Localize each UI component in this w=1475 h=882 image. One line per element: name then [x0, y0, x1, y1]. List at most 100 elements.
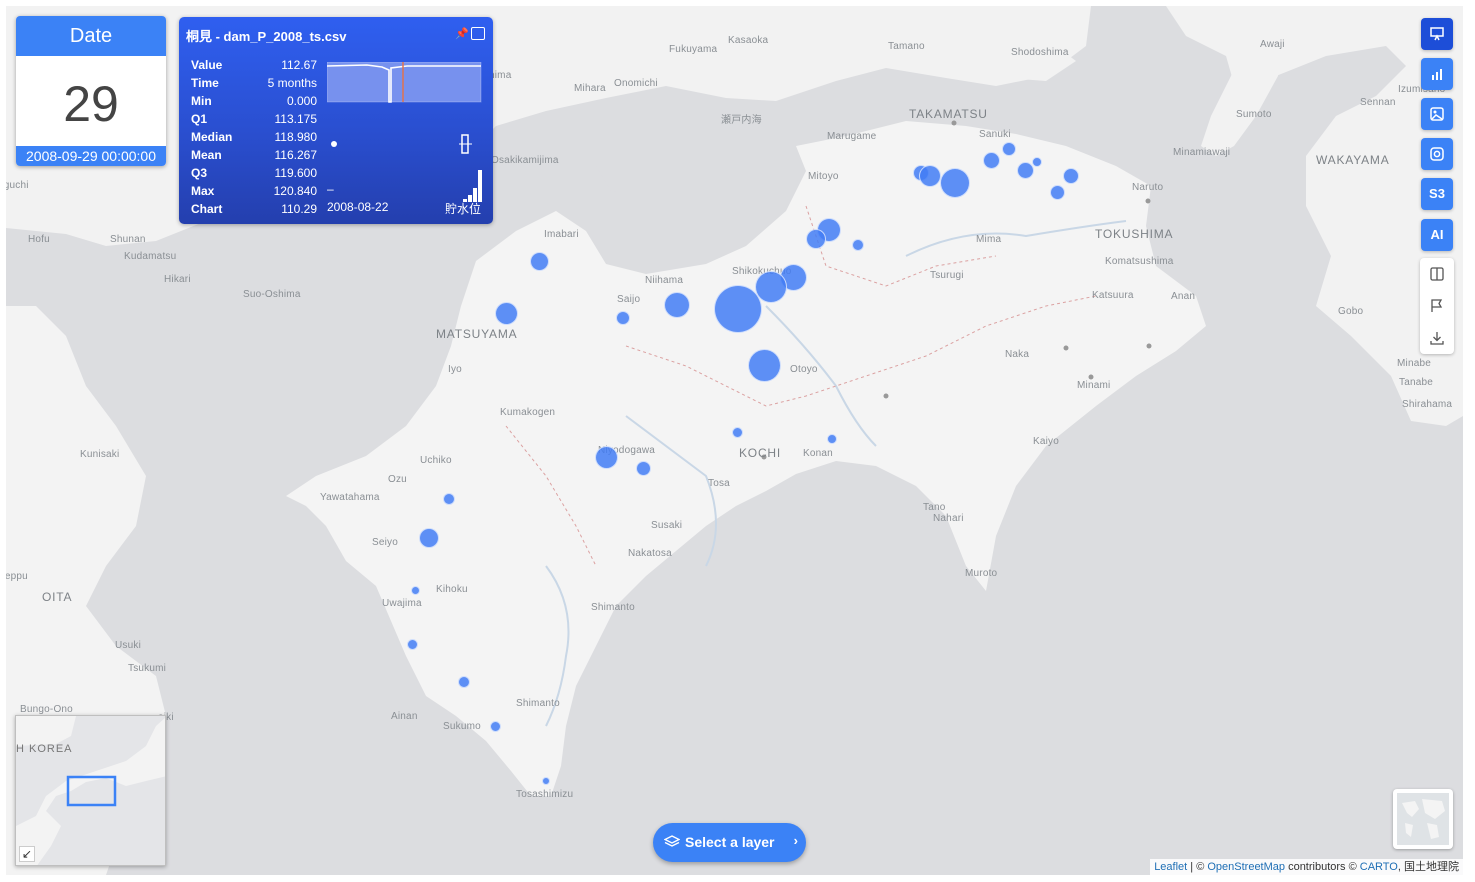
layers-icon [664, 835, 680, 847]
station-info-panel: 桐見 - dam_P_2008_ts.csv 📌 Value 112.67 Tim… [179, 17, 493, 224]
place-label: Uwajima [382, 598, 422, 609]
dam-marker[interactable] [594, 445, 618, 469]
dam-marker[interactable] [664, 292, 690, 318]
world-map-icon [1397, 793, 1449, 845]
chart-button[interactable] [1421, 58, 1453, 90]
dam-marker[interactable] [1063, 168, 1079, 184]
carto-link[interactable]: CARTO [1360, 861, 1398, 873]
chart-date: 2008-08-22 [327, 200, 389, 214]
place-label: Shodoshima [1011, 47, 1069, 58]
stat-row: Q3 119.600 [191, 166, 317, 180]
place-label: Seiyo [372, 537, 399, 548]
picture-icon [1430, 107, 1444, 121]
dam-marker[interactable] [616, 311, 630, 325]
dam-marker[interactable] [419, 528, 439, 548]
place-label: Tosa [708, 478, 730, 489]
place-label: Nakatosa [628, 548, 672, 559]
select-layer-label: Select a layer [685, 834, 775, 850]
stat-row: Min 0.000 [191, 94, 317, 108]
flag-button[interactable] [1420, 290, 1454, 322]
osm-link[interactable]: OpenStreetMap [1207, 861, 1285, 873]
place-label: Tanabe [1399, 377, 1434, 388]
place-label: TAKAMATSU [909, 107, 988, 121]
split-view-button[interactable] [1420, 258, 1454, 290]
dam-marker[interactable] [982, 151, 1000, 169]
place-label: 瀬戸内海 [721, 115, 762, 126]
basemap-switcher[interactable] [1393, 789, 1453, 849]
place-label: Shunan [110, 234, 146, 245]
place-label: WAKAYAMA [1316, 153, 1390, 167]
dam-marker[interactable] [747, 348, 781, 382]
dam-marker[interactable] [489, 720, 501, 732]
bar-chart-icon [1432, 69, 1442, 80]
place-label: Mihara [574, 83, 606, 94]
stat-row: Mean 116.267 [191, 148, 317, 162]
place-label: Sanuki [979, 129, 1011, 140]
place-label: Sumoto [1236, 109, 1272, 120]
place-label: Minami [1077, 380, 1111, 391]
tool-group [1420, 258, 1454, 354]
stat-row: Value 112.67 [191, 58, 317, 72]
dam-marker[interactable] [494, 301, 518, 325]
instagram-button[interactable] [1421, 138, 1453, 170]
present-button[interactable] [1421, 18, 1453, 50]
place-label: Sukumo [443, 721, 481, 732]
dam-marker[interactable] [1032, 157, 1042, 167]
place-label: Tsurugi [930, 270, 964, 281]
select-layer-button[interactable]: Select a layer › [653, 823, 806, 862]
pin-icon[interactable]: 📌 [455, 27, 469, 40]
place-label: Osakikamijima [491, 155, 559, 166]
dam-marker[interactable] [852, 239, 864, 251]
ai-button[interactable]: AI [1421, 219, 1453, 251]
dam-marker[interactable] [714, 285, 762, 333]
place-label: Shirahama [1402, 399, 1453, 410]
dam-marker[interactable] [410, 585, 420, 595]
dam-marker[interactable] [1049, 184, 1065, 200]
columns-icon [1430, 267, 1444, 281]
dam-marker[interactable] [806, 229, 826, 249]
place-label: Fukuyama [669, 44, 718, 55]
image-button[interactable] [1421, 98, 1453, 130]
dam-marker[interactable] [1002, 142, 1016, 156]
dam-marker[interactable] [919, 165, 941, 187]
dam-marker[interactable] [731, 426, 743, 438]
dam-marker[interactable] [1016, 161, 1034, 179]
dam-marker[interactable] [406, 638, 418, 650]
place-label: Bungo-Ono [20, 704, 73, 715]
download-button[interactable] [1420, 322, 1454, 354]
instagram-icon [1430, 147, 1444, 161]
place-label: Gobo [1338, 306, 1364, 317]
dam-marker[interactable] [529, 251, 549, 271]
place-label: Shimanto [591, 602, 635, 613]
place-label: Tsukumi [128, 663, 167, 674]
leaflet-link[interactable]: Leaflet [1154, 861, 1187, 873]
place-label: Kumakogen [500, 407, 556, 418]
dam-marker[interactable] [827, 434, 837, 444]
dam-marker[interactable] [635, 460, 651, 476]
dam-marker[interactable] [443, 493, 455, 505]
place-label: Kurashiki [820, 6, 863, 7]
minimap[interactable]: H KOREA ↙ [15, 715, 166, 866]
place-label: Katsuura [1092, 290, 1134, 301]
minimap-toggle-button[interactable]: ↙ [19, 846, 35, 862]
stat-row: Chart 110.29 [191, 202, 317, 216]
place-label: Yawatahama [320, 492, 380, 503]
place-label: Naka [1005, 349, 1030, 360]
date-widget: Date 29 2008-09-29 00:00:00 [16, 16, 166, 166]
dam-marker[interactable] [458, 676, 470, 688]
image-icon[interactable] [471, 27, 485, 40]
place-label: Tosashimizu [516, 789, 574, 800]
date-header: Date [16, 16, 166, 56]
place-label: Minamiawaji [1173, 147, 1231, 158]
s3-button[interactable]: S3 [1421, 178, 1453, 210]
place-label: Imabari [544, 229, 579, 240]
place-label: Kunisaki [80, 449, 120, 460]
dam-marker[interactable] [940, 168, 970, 198]
date-day: 29 [63, 76, 119, 132]
place-label: Tamano [888, 41, 925, 52]
place-label: Mitoyo [808, 171, 839, 182]
place-label: Tano [923, 502, 946, 513]
dam-marker[interactable] [542, 777, 550, 785]
place-label: Kudamatsu [124, 251, 177, 262]
place-label: MATSUYAMA [436, 327, 518, 341]
